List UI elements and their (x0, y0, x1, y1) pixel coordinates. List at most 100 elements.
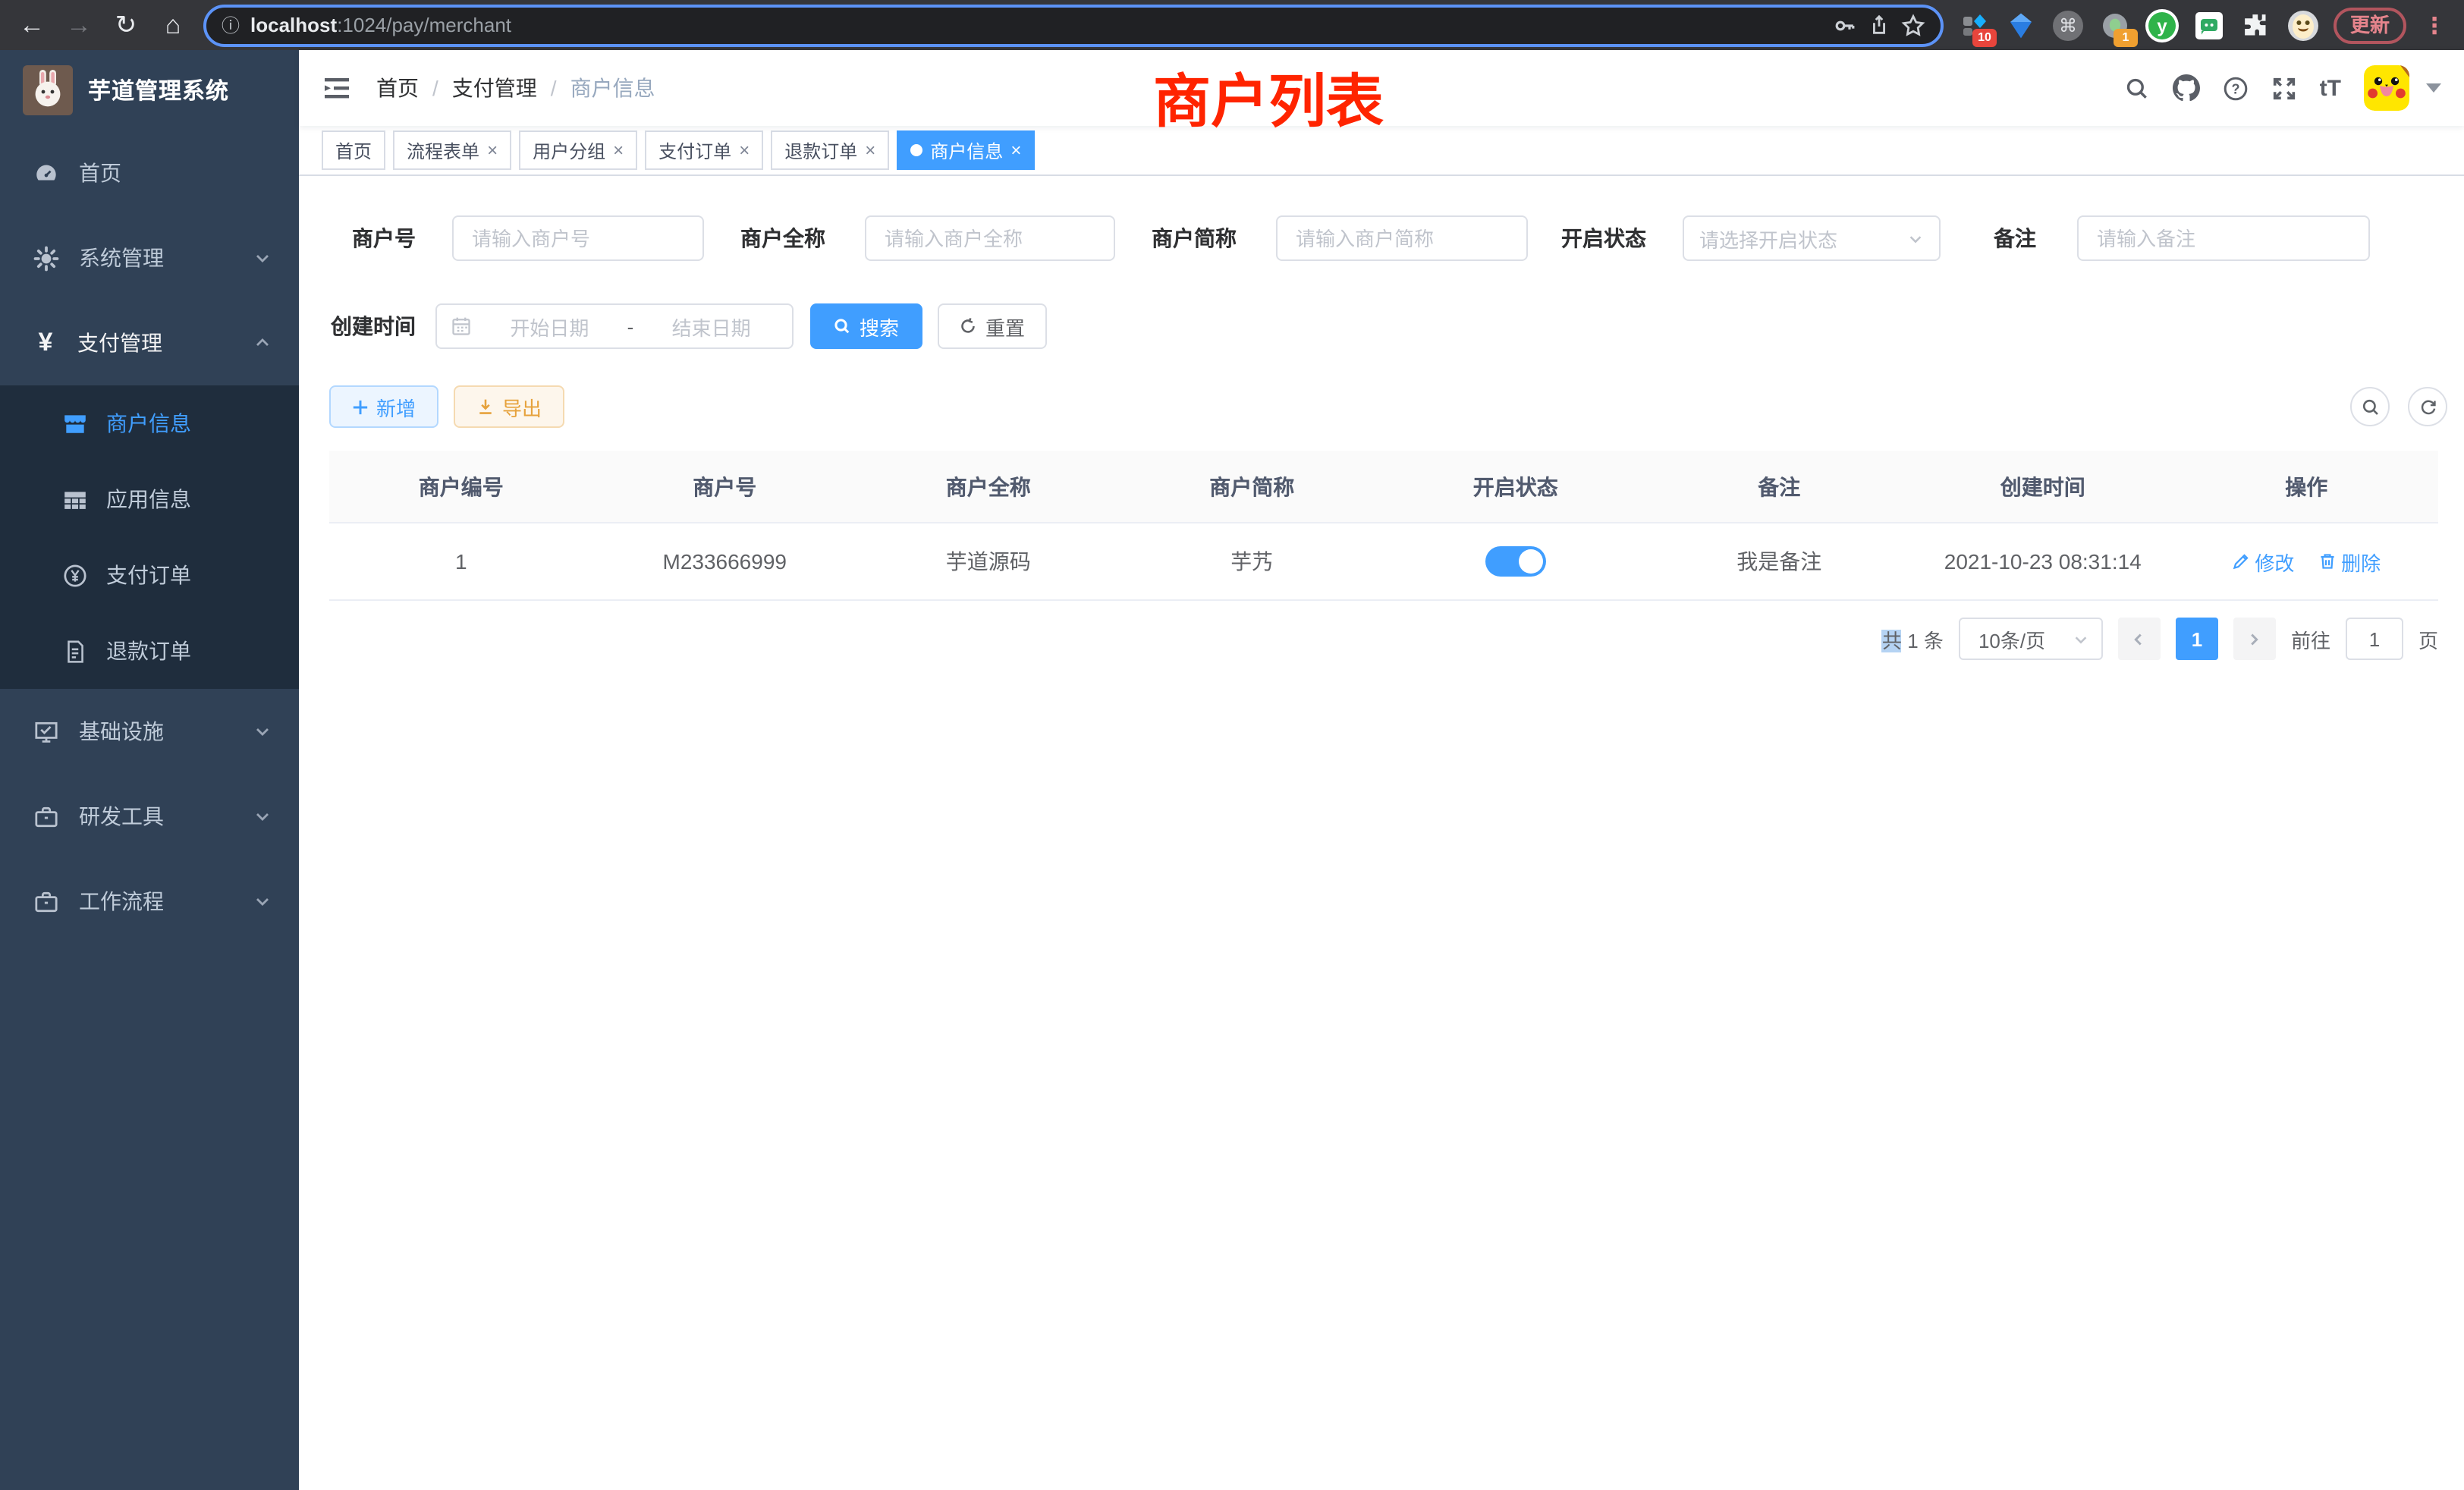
col-actions: 操作 (2175, 451, 2439, 523)
sidebar-item-app-info[interactable]: 应用信息 (0, 461, 299, 537)
help-icon[interactable]: ? (2223, 75, 2249, 101)
site-info-icon[interactable]: ⓘ (222, 12, 240, 38)
page-1-button[interactable]: 1 (2176, 618, 2218, 660)
sidebar-item-workflow[interactable]: 工作流程 (0, 859, 299, 944)
sidebar-logo-row[interactable]: 芋道管理系统 (0, 50, 299, 130)
sidebar-item-label: 支付管理 (77, 328, 162, 358)
tab-merchant-info[interactable]: 商户信息× (897, 130, 1035, 170)
extensions-puzzle-icon[interactable] (2239, 8, 2273, 42)
extension-command-icon[interactable]: ⌘ (2051, 8, 2085, 42)
merchant-no-input[interactable] (452, 215, 704, 261)
col-status: 开启状态 (1384, 451, 1648, 523)
browser-back-icon[interactable]: ← (15, 10, 49, 40)
breadcrumb-home[interactable]: 首页 (376, 73, 419, 103)
extension-badge: 10 (1972, 28, 1997, 46)
sidebar-item-label: 基础设施 (79, 716, 164, 747)
sidebar-item-pay-order[interactable]: 支付订单 (0, 537, 299, 613)
bookmark-star-icon[interactable] (1901, 13, 1925, 37)
tab-refund-order[interactable]: 退款订单× (771, 130, 889, 170)
browser-reload-icon[interactable]: ↻ (109, 10, 143, 40)
goto-page-input[interactable] (2346, 618, 2403, 660)
sidebar-item-home[interactable]: 首页 (0, 130, 299, 215)
font-size-icon[interactable]: tT (2320, 75, 2341, 101)
close-icon[interactable]: × (613, 140, 624, 161)
reset-button[interactable]: 重置 (938, 303, 1047, 349)
short-name-label: 商户简称 (1130, 215, 1237, 261)
create-time-range-picker[interactable]: 开始日期 - 结束日期 (435, 303, 794, 349)
browser-menu-icon[interactable]: ⋮ (2420, 11, 2449, 39)
remark-input[interactable] (2077, 215, 2370, 261)
user-avatar[interactable] (2364, 65, 2409, 111)
col-remark: 备注 (1648, 451, 1912, 523)
extension-chat-icon[interactable] (2192, 8, 2226, 42)
tab-process-form[interactable]: 流程表单× (393, 130, 511, 170)
sidebar-item-merchant-info[interactable]: 商户信息 (0, 385, 299, 461)
sidebar-item-refund-order[interactable]: 退款订单 (0, 613, 299, 689)
share-icon[interactable] (1868, 14, 1890, 36)
password-key-icon[interactable] (1833, 13, 1857, 37)
close-icon[interactable]: × (739, 140, 750, 161)
status-label: 开启状态 (1540, 215, 1646, 261)
page-size-select[interactable]: 10条/页 (1959, 618, 2103, 660)
extension-session-icon[interactable]: 1 (2098, 8, 2132, 42)
table-header-row: 商户编号 商户号 商户全称 商户简称 开启状态 备注 创建时间 操作 (329, 451, 2438, 523)
edit-link[interactable]: 修改 (2232, 547, 2294, 576)
close-icon[interactable]: × (1010, 140, 1021, 161)
extension-yudao-icon[interactable]: y (2145, 8, 2179, 42)
refresh-icon (960, 317, 978, 335)
col-full-name: 商户全称 (856, 451, 1120, 523)
next-page-button[interactable] (2233, 618, 2276, 660)
search-button[interactable]: 搜索 (810, 303, 922, 349)
tab-user-group[interactable]: 用户分组× (519, 130, 637, 170)
top-navbar: 首页 / 支付管理 / 商户信息 ? tT (299, 50, 2464, 126)
breadcrumb-payment[interactable]: 支付管理 (452, 73, 537, 103)
avatar-caret-icon[interactable] (2426, 83, 2441, 93)
browser-home-icon[interactable]: ⌂ (156, 10, 190, 40)
sidebar-item-dev-tools[interactable]: 研发工具 (0, 774, 299, 859)
short-name-input[interactable] (1276, 215, 1528, 261)
screen: ← → ↻ ⌂ ⓘ localhost:1024/pay/merchant 10 (0, 0, 2464, 1490)
search-icon[interactable] (2124, 75, 2150, 101)
monitor-icon (33, 718, 59, 744)
status-toggle-on[interactable] (1485, 546, 1546, 577)
tab-home[interactable]: 首页 (322, 130, 385, 170)
fullscreen-icon[interactable] (2271, 75, 2297, 101)
tab-pay-order[interactable]: 支付订单× (645, 130, 763, 170)
cell-remark: 我是备注 (1648, 523, 1912, 600)
search-icon (834, 317, 852, 335)
sidebar-item-payment[interactable]: ¥ 支付管理 (0, 300, 299, 385)
merchant-no-label: 商户号 (329, 215, 416, 261)
delete-link[interactable]: 删除 (2318, 547, 2381, 576)
total-label: 共 1 条 (1882, 624, 1944, 653)
sidebar-item-label: 工作流程 (79, 886, 164, 916)
full-name-input[interactable] (865, 215, 1115, 261)
profile-emoji-icon[interactable] (2286, 8, 2320, 42)
trash-icon (2318, 552, 2337, 571)
close-icon[interactable]: × (487, 140, 498, 161)
status-select[interactable]: 请选择开启状态 (1683, 215, 1941, 261)
extension-devtools-icon[interactable]: 10 (1957, 8, 1991, 42)
address-bar[interactable]: ⓘ localhost:1024/pay/merchant (203, 4, 1944, 46)
cell-merchant-id: 1 (329, 523, 593, 600)
export-button[interactable]: 导出 (454, 385, 564, 428)
browser-forward-icon[interactable]: → (62, 10, 96, 40)
pen-icon (2232, 552, 2250, 571)
extension-kite-icon[interactable] (2004, 8, 2038, 42)
github-icon[interactable] (2173, 74, 2200, 102)
gear-icon (33, 245, 59, 271)
url-path: :1024/pay/merchant (337, 14, 511, 36)
chevron-down-icon (253, 249, 272, 267)
breadcrumb-separator: / (432, 76, 438, 100)
cell-short-name: 芋艿 (1120, 523, 1384, 600)
goto-label: 前往 (2291, 624, 2330, 653)
url-host: localhost (250, 14, 337, 36)
refresh-table-button[interactable] (2408, 387, 2447, 426)
close-icon[interactable]: × (865, 140, 875, 161)
sidebar-collapse-icon[interactable] (322, 73, 352, 103)
sidebar-item-infrastructure[interactable]: 基础设施 (0, 689, 299, 774)
prev-page-button[interactable] (2118, 618, 2161, 660)
browser-update-button[interactable]: 更新 (2334, 7, 2406, 43)
add-button[interactable]: 新增 (329, 385, 438, 428)
sidebar-item-system[interactable]: 系统管理 (0, 215, 299, 300)
toggle-search-button[interactable] (2350, 387, 2390, 426)
